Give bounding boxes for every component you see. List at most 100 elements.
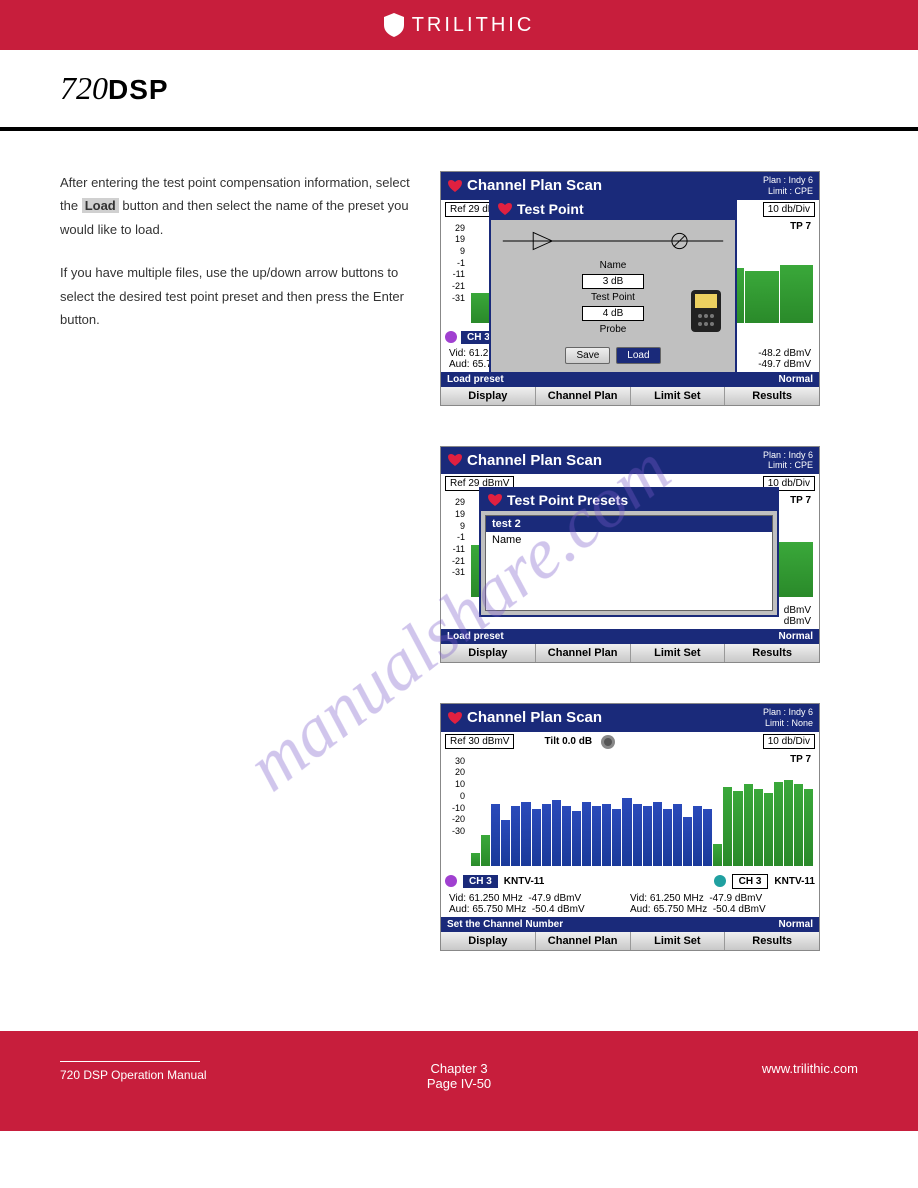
presets-popup: Test Point Presets test 2 Name	[479, 487, 779, 617]
signal-path-diagram	[499, 228, 727, 254]
preset-list[interactable]: test 2 Name	[485, 515, 773, 611]
tick: 29	[443, 223, 465, 235]
probe-label-text: Probe	[600, 324, 627, 335]
page-number: Page IV-50	[326, 1076, 592, 1091]
aud-level-a: -50.4 dBmV	[532, 904, 585, 915]
aud-level: dBmV	[449, 616, 811, 627]
softkey-results[interactable]: Results	[725, 387, 819, 405]
tilt-icon	[600, 734, 616, 750]
aud-freq-a: Aud: 65.750 MHz	[449, 904, 526, 915]
softkey-limit-set[interactable]: Limit Set	[631, 644, 726, 662]
softkey-channel-plan[interactable]: Channel Plan	[536, 387, 631, 405]
tick: 20	[443, 767, 465, 779]
plan-text: Plan : Indy 6	[763, 450, 813, 461]
tp-label-text: Test Point	[591, 292, 635, 303]
vid-freq-a: Vid: 61.250 MHz	[449, 893, 523, 904]
softkey-display[interactable]: Display	[441, 932, 536, 950]
footer-rule	[60, 1061, 200, 1062]
details-row: Vid: 61.250 MHz -47.9 dBmV Aud: 65.750 M…	[441, 891, 819, 917]
tick: 10	[443, 779, 465, 791]
softkey-results[interactable]: Results	[725, 932, 819, 950]
status-text: Load preset	[447, 631, 779, 642]
chapter-text: Chapter 3	[326, 1061, 592, 1076]
popup-title: Test Point	[517, 201, 584, 217]
softkey-row: Display Channel Plan Limit Set Results	[441, 387, 819, 405]
preset-item-selected[interactable]: test 2	[486, 516, 772, 532]
vid-level-b: -47.9 dBmV	[709, 893, 762, 904]
model-number: 720	[60, 70, 108, 106]
softkey-display[interactable]: Display	[441, 644, 536, 662]
tick: -10	[443, 803, 465, 815]
popup-title-bar: Test Point Presets	[481, 489, 777, 511]
limit-text: Limit : CPE	[763, 186, 813, 197]
tick: -1	[443, 258, 465, 270]
limit-text: Limit : None	[763, 718, 813, 729]
channel-label-b[interactable]: CH 3	[732, 874, 769, 889]
marker-row: CH 3 KNTV-11 CH 3 KNTV-11	[441, 872, 819, 891]
save-button[interactable]: Save	[565, 347, 610, 364]
softkey-channel-plan[interactable]: Channel Plan	[536, 644, 631, 662]
tick: 19	[443, 509, 465, 521]
plan-limit-info: Plan : Indy 6 Limit : None	[763, 707, 813, 729]
plan-text: Plan : Indy 6	[763, 175, 813, 186]
tp-value-input[interactable]: 3 dB	[582, 274, 645, 289]
vid-level-a: -47.9 dBmV	[528, 893, 581, 904]
softkey-limit-set[interactable]: Limit Set	[631, 932, 726, 950]
tilt-readout: Tilt 0.0 dB	[544, 736, 592, 747]
page-footer: 720 DSP Operation Manual Chapter 3 Page …	[0, 1031, 918, 1131]
channel-label-a[interactable]: CH 3	[463, 875, 498, 888]
top-bar: TRILITHIC	[0, 0, 918, 50]
channel-name-b: KNTV-11	[774, 876, 815, 887]
preset-item[interactable]: Name	[486, 532, 772, 548]
tp-name-label: Name	[600, 260, 627, 271]
softkey-display[interactable]: Display	[441, 387, 536, 405]
limit-text: Limit : CPE	[763, 460, 813, 471]
heart-icon	[447, 711, 463, 725]
marker-dot-purple[interactable]	[445, 331, 457, 343]
db-per-div[interactable]: 10 db/Div	[763, 734, 815, 749]
website-url: www.trilithic.com	[592, 1061, 858, 1076]
p1-highlight-load: Load	[82, 198, 119, 213]
popup-body: test 2 Name	[481, 511, 777, 615]
paragraph-2: If you have multiple files, use the up/d…	[60, 261, 420, 331]
status-text: Load preset	[447, 374, 779, 385]
softkey-channel-plan[interactable]: Channel Plan	[536, 932, 631, 950]
popup-title: Test Point Presets	[507, 492, 628, 508]
instruction-column: After entering the test point compensati…	[60, 171, 440, 1011]
load-button[interactable]: Load	[616, 347, 660, 364]
marker-dot-teal[interactable]	[714, 875, 726, 887]
popup-body: Name 3 dB Test Point 4 dB Probe Save Loa…	[491, 220, 735, 372]
db-per-div[interactable]: 10 db/Div	[763, 202, 815, 217]
screenshot-presets: Channel Plan Scan Plan : Indy 6 Limit : …	[440, 446, 820, 664]
marker-dot-purple[interactable]	[445, 875, 457, 887]
tick: 9	[443, 246, 465, 258]
screenshot-scan-result: Channel Plan Scan Plan : Indy 6 Limit : …	[440, 703, 820, 951]
tick: -21	[443, 556, 465, 568]
footer-right: www.trilithic.com	[592, 1061, 858, 1091]
tick: -31	[443, 567, 465, 579]
model-header: 720DSP	[0, 50, 918, 131]
screen-title: Channel Plan Scan	[467, 709, 763, 726]
plan-limit-info: Plan : Indy 6 Limit : CPE	[763, 450, 813, 472]
bar-chart	[471, 756, 813, 866]
screen-title-bar: Channel Plan Scan Plan : Indy 6 Limit : …	[441, 704, 819, 732]
tick: -20	[443, 814, 465, 826]
tick: 19	[443, 234, 465, 246]
test-point-popup: Test Point Name 3 dB Test Point 4 dB	[489, 196, 737, 374]
y-axis-ticks: 29 19 9 -1 -11 -21 -31	[443, 223, 465, 305]
y-axis-ticks: 29 19 9 -1 -11 -21 -31	[443, 497, 465, 579]
channel-name-a: KNTV-11	[504, 876, 545, 887]
heart-icon	[487, 493, 503, 507]
tick: 0	[443, 791, 465, 803]
status-mode: Normal	[779, 374, 813, 385]
content-area: After entering the test point compensati…	[0, 131, 918, 1031]
model-suffix: DSP	[108, 74, 169, 105]
probe-value-input[interactable]: 4 dB	[582, 306, 645, 321]
softkey-results[interactable]: Results	[725, 644, 819, 662]
screen-title-bar: Channel Plan Scan Plan : Indy 6 Limit : …	[441, 447, 819, 475]
paragraph-1: After entering the test point compensati…	[60, 171, 420, 241]
tick: -31	[443, 293, 465, 305]
screen-title: Channel Plan Scan	[467, 452, 763, 469]
ref-level[interactable]: Ref 30 dBmV	[445, 734, 514, 749]
softkey-limit-set[interactable]: Limit Set	[631, 387, 726, 405]
